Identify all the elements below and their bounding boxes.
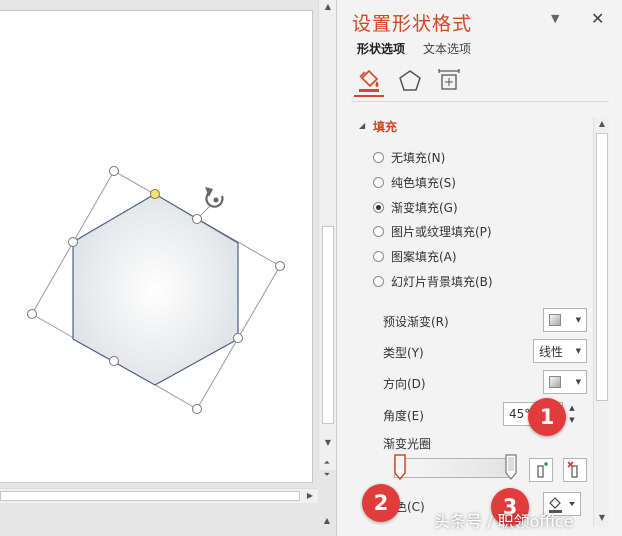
chevron-down-icon: ▼ [575, 347, 581, 355]
callout-badge: 2 [362, 484, 400, 522]
angle-spinner[interactable]: ▲ ▼ [565, 402, 579, 426]
pane-title: 设置形状格式 [352, 13, 473, 35]
selected-hexagon-shape[interactable] [0, 11, 313, 484]
collapse-triangle-icon[interactable]: ◢ [359, 121, 365, 130]
next-slide-icon[interactable]: ⏷ [319, 468, 335, 482]
active-category-indicator [354, 95, 384, 97]
scroll-right-icon[interactable]: ▶ [302, 489, 318, 503]
pane-options-icon[interactable]: ▼ [551, 12, 559, 25]
gradient-stops-bar[interactable] [394, 458, 512, 478]
gradient-stop-handle[interactable] [505, 454, 517, 480]
type-label: 类型(Y) [383, 346, 424, 360]
preset-gradient-label: 预设渐变(R) [383, 315, 449, 329]
slide-horizontal-scrollbar[interactable]: ▶ [0, 488, 318, 503]
radio-circle[interactable] [373, 176, 384, 188]
slide-canvas-area: ▲ ▼ ⏶ ⏷ ▲ ▶ [0, 0, 336, 536]
scroll-up-icon[interactable]: ▲ [594, 117, 610, 131]
format-shape-pane: 设置形状格式 ▼ ✕ 形状选项 文本选项 ◢ 填充 无填充(N) 纯色填充(S) [336, 0, 622, 536]
type-dropdown[interactable]: 线性 ▼ [533, 339, 587, 363]
direction-swatch [549, 376, 561, 388]
effects-pentagon-icon[interactable] [397, 68, 423, 94]
chevron-down-icon: ▼ [575, 316, 581, 324]
callout-badge: 1 [528, 398, 566, 436]
type-value: 线性 [539, 344, 564, 359]
radio-circle[interactable] [373, 250, 384, 262]
radio-no-fill[interactable]: 无填充(N) [373, 148, 445, 166]
pane-vertical-scrollbar[interactable]: ▲ ▼ [593, 117, 609, 527]
radio-label: 纯色填充(S) [391, 175, 456, 190]
radio-pattern-fill[interactable]: 图案填充(A) [373, 247, 457, 265]
add-gradient-stop-button[interactable] [529, 458, 553, 482]
fill-line-icon[interactable] [356, 68, 382, 94]
watermark: 头条号 / 职领office [434, 512, 574, 531]
gradient-stop-handle[interactable] [394, 454, 406, 480]
add-stop-icon [537, 462, 548, 478]
fill-section-title[interactable]: 填充 [373, 118, 397, 135]
close-icon[interactable]: ✕ [591, 9, 604, 28]
remove-stop-icon [567, 461, 578, 478]
scroll-thumb[interactable] [596, 133, 608, 401]
radio-label: 无填充(N) [391, 150, 446, 165]
size-properties-icon[interactable] [436, 68, 462, 94]
fill-section: ◢ 填充 无填充(N) 纯色填充(S) 渐变填充(G) 图片或纹理填充(P) 图… [351, 116, 593, 536]
gradient-swatch [549, 314, 561, 326]
radio-label: 图片或纹理填充(P) [391, 224, 492, 239]
remove-gradient-stop-button[interactable] [563, 458, 587, 482]
radio-gradient-fill[interactable]: 渐变填充(G) [373, 198, 458, 216]
tab-text-options[interactable]: 文本选项 [423, 40, 471, 57]
radio-circle[interactable] [373, 151, 384, 163]
radio-circle[interactable] [373, 275, 384, 287]
radio-solid-fill[interactable]: 纯色填充(S) [373, 173, 456, 191]
divider [351, 101, 609, 102]
preset-gradient-dropdown[interactable]: ▼ [543, 308, 587, 332]
radio-circle[interactable] [373, 225, 384, 237]
radio-picture-fill[interactable]: 图片或纹理填充(P) [373, 222, 492, 240]
scroll-up-icon[interactable]: ▲ [319, 514, 335, 528]
slide-vertical-scrollbar[interactable]: ▲ ▼ [318, 0, 336, 470]
radio-label: 渐变填充(G) [391, 200, 458, 215]
scroll-thumb[interactable] [0, 491, 300, 501]
scroll-corner: ⏶ ⏷ ▲ [318, 458, 336, 536]
tab-shape-options[interactable]: 形状选项 [357, 40, 405, 57]
radio-slide-background-fill[interactable]: 幻灯片背景填充(B) [373, 272, 493, 290]
scroll-down-icon[interactable]: ▼ [594, 511, 610, 525]
slide[interactable] [0, 10, 313, 483]
scroll-up-icon[interactable]: ▲ [320, 0, 336, 14]
adjust-handle [150, 189, 160, 199]
chevron-down-icon: ▼ [575, 378, 581, 386]
radio-label: 幻灯片背景填充(B) [391, 274, 493, 289]
gradient-stops-label: 渐变光圈 [383, 437, 432, 451]
radio-label: 图案填充(A) [391, 249, 457, 264]
hexagon [72, 193, 239, 386]
direction-label: 方向(D) [383, 377, 426, 391]
direction-dropdown[interactable]: ▼ [543, 370, 587, 394]
scroll-thumb[interactable] [322, 226, 334, 424]
rotate-handle-icon [205, 187, 224, 208]
angle-label: 角度(E) [383, 409, 424, 423]
radio-circle-checked[interactable] [373, 201, 384, 213]
scroll-down-icon[interactable]: ▼ [320, 436, 336, 450]
